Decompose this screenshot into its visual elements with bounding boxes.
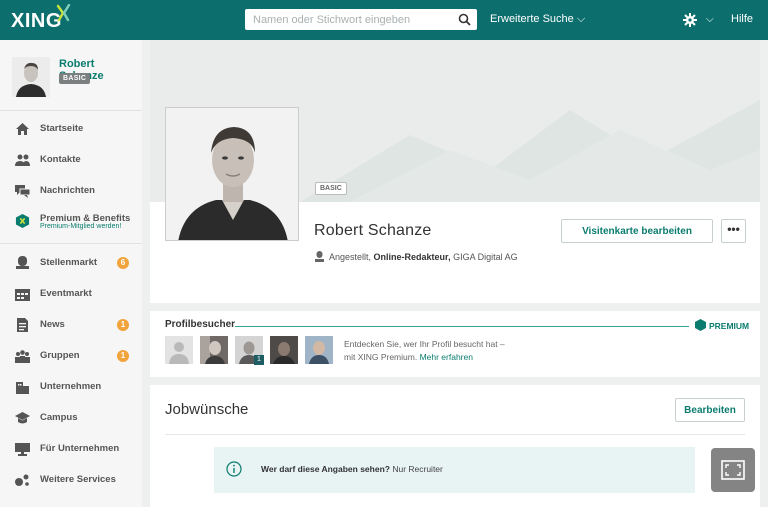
advanced-search-label: Erweiterte Suche (490, 13, 574, 25)
visitor-avatar[interactable] (270, 336, 298, 364)
divider (0, 110, 142, 111)
membership-badge: BASIC (59, 73, 91, 84)
main-content: BASIC Robert Schanze Angestellt, Online-… (150, 40, 760, 507)
fullscreen-button[interactable] (711, 448, 755, 492)
profile-visitors-card: Profilbesucher PREMIUM 1 Entdecken Sie, … (150, 311, 760, 377)
companies-icon (16, 382, 29, 394)
membership-tag: BASIC (315, 182, 347, 195)
visitors-promo-text: Entdecken Sie, wer Ihr Profil besucht ha… (344, 338, 534, 364)
employment-status: Angestellt, (329, 252, 372, 262)
sidebar-item-stellenmarkt[interactable]: Stellenmarkt 6 (0, 249, 142, 277)
advanced-search-link[interactable]: Erweiterte Suche ⌵ (490, 13, 585, 26)
additional-visitors-count: 1 (254, 355, 264, 365)
for-companies-icon (15, 443, 30, 456)
visibility-question: Wer darf diese Angaben sehen? (261, 464, 390, 474)
top-navigation-bar: XING Erweiterte Suche ⌵ ⌵ Hilfe (0, 0, 768, 40)
jobs-icon (16, 256, 29, 269)
edit-job-wishes-button[interactable]: Bearbeiten (675, 398, 745, 422)
visitors-title: Profilbesucher (165, 319, 236, 330)
chevron-down-icon[interactable]: ⌵ (706, 14, 714, 25)
profile-photo-image (166, 108, 298, 240)
premium-icon (695, 319, 706, 331)
avatar[interactable] (12, 57, 50, 97)
campus-icon (15, 412, 30, 424)
contacts-icon (15, 154, 30, 166)
help-link[interactable]: Hilfe (731, 13, 753, 25)
premium-icon (15, 214, 30, 228)
visitors-promo-line2: mit XING Premium. (344, 352, 418, 362)
events-icon (15, 289, 30, 301)
divider (0, 243, 142, 244)
visibility-info-box: Wer darf diese Angaben sehen? Nur Recrui… (214, 447, 695, 493)
sidebar-item-kontakte[interactable]: Kontakte (0, 146, 142, 174)
sidebar-item-label: Campus (40, 412, 78, 423)
home-icon (16, 123, 29, 135)
sidebar-item-label: Eventmarkt (40, 288, 92, 299)
fullscreen-icon (721, 460, 745, 480)
edit-business-card-button[interactable]: Visitenkarte bearbeiten (561, 219, 713, 243)
visitor-avatar[interactable] (165, 336, 193, 364)
premium-label[interactable]: PREMIUM (709, 321, 749, 331)
notification-badge: 1 (117, 319, 129, 331)
sidebar-item-label: Nachrichten (40, 185, 95, 196)
visitor-avatar[interactable] (200, 336, 228, 364)
profile-photo[interactable] (165, 107, 299, 241)
job-wishes-card: Jobwünsche Bearbeiten Wer darf diese Ang… (150, 385, 760, 507)
job-icon (315, 251, 324, 262)
visibility-text: Wer darf diese Angaben sehen? Nur Recrui… (261, 464, 443, 474)
avatar-image (12, 57, 50, 97)
premium-subtitle: Premium-Mitglied werden! (40, 223, 122, 230)
learn-more-link[interactable]: Mehr erfahren (420, 352, 473, 362)
chevron-down-icon: ⌵ (576, 13, 586, 25)
sidebar: Robert Schanze BASIC Startseite Kontakte… (0, 40, 142, 507)
visitors-promo-line1: Entdecken Sie, wer Ihr Profil besucht ha… (344, 339, 505, 349)
sidebar-item-label: Unternehmen (40, 381, 102, 392)
sidebar-item-unternehmen[interactable]: Unternehmen (0, 373, 142, 401)
sidebar-item-campus[interactable]: Campus (0, 404, 142, 432)
search-icon[interactable] (458, 13, 471, 26)
job-wishes-title: Jobwünsche (165, 401, 249, 418)
divider (165, 434, 745, 435)
sidebar-item-label: Startseite (40, 123, 84, 134)
sidebar-item-weitere-services[interactable]: Weitere Services (0, 466, 142, 494)
settings-gear-icon[interactable] (681, 11, 699, 29)
xing-logo-icon (56, 4, 71, 22)
sidebar-item-label: Gruppen (40, 350, 80, 361)
sidebar-item-label: Für Unternehmen (40, 443, 120, 454)
sidebar-item-startseite[interactable]: Startseite (0, 115, 142, 143)
sidebar-item-label: Kontakte (40, 154, 81, 165)
notification-badge: 1 (117, 350, 129, 362)
sidebar-item-news[interactable]: News 1 (0, 311, 142, 339)
job-position: Online-Redakteur, (373, 252, 451, 262)
news-icon (17, 318, 28, 332)
profile-name: Robert Schanze (314, 222, 432, 239)
sidebar-item-label: News (40, 319, 65, 330)
sidebar-item-nachrichten[interactable]: Nachrichten (0, 177, 142, 205)
more-services-icon (15, 474, 29, 486)
profile-job-line: Angestellt, Online-Redakteur, GIGA Digit… (329, 252, 518, 262)
groups-icon (15, 350, 30, 363)
info-icon (226, 461, 242, 477)
search-input[interactable] (245, 9, 445, 30)
search-box (245, 9, 477, 30)
visitor-avatar[interactable] (305, 336, 333, 364)
premium-line (235, 326, 689, 327)
sidebar-item-fuer-unternehmen[interactable]: Für Unternehmen (0, 435, 142, 463)
sidebar-item-label: Weitere Services (40, 474, 116, 485)
company-name: GIGA Digital AG (453, 252, 518, 262)
xing-logo[interactable]: XING (11, 10, 62, 33)
more-options-button[interactable]: ••• (721, 219, 746, 243)
notification-badge: 6 (117, 257, 129, 269)
sidebar-item-eventmarkt[interactable]: Eventmarkt (0, 280, 142, 308)
sidebar-item-label: Stellenmarkt (40, 257, 98, 268)
sidebar-item-gruppen[interactable]: Gruppen 1 (0, 342, 142, 370)
messages-icon (15, 185, 30, 198)
visibility-answer: Nur Recruiter (392, 464, 443, 474)
sidebar-item-premium[interactable]: Premium & Benefits Premium-Mitglied werd… (0, 208, 142, 240)
